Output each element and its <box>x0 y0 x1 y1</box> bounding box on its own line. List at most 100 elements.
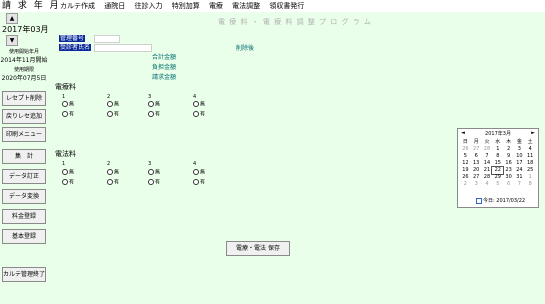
menu-item-electro-adjust[interactable]: 電法調整 <box>232 2 260 10</box>
calendar-day[interactable]: 4 <box>482 181 493 188</box>
calendar-day[interactable]: 28 <box>482 174 493 181</box>
calendar-week-row: 2345678 <box>460 181 536 188</box>
print-menu-button[interactable]: 印刷メニュー <box>2 127 46 142</box>
calendar-day[interactable]: 18 <box>525 160 536 167</box>
calendar-day[interactable]: 5 <box>492 181 503 188</box>
calendar-day[interactable]: 16 <box>503 160 514 167</box>
calendar-day[interactable]: 12 <box>460 160 471 167</box>
radio-none-3[interactable]: 無 <box>148 169 160 176</box>
calendar-header: 2017年3月 <box>485 131 511 137</box>
radio-circle-icon <box>193 101 199 107</box>
calendar-day[interactable]: 6 <box>471 153 482 160</box>
calendar-weekday: 木 <box>506 139 512 145</box>
radio-none-2[interactable]: 無 <box>107 101 119 108</box>
menu-item-electro[interactable]: 電療 <box>209 2 223 10</box>
calendar-day[interactable]: 10 <box>514 153 525 160</box>
claim-amount-label: 請求金額 <box>152 74 177 81</box>
calendar-day[interactable]: 25 <box>525 167 536 174</box>
radio-none-4[interactable]: 無 <box>193 169 205 176</box>
radio-yes-3[interactable]: 有 <box>148 111 160 118</box>
calendar-day[interactable]: 31 <box>514 174 525 181</box>
calendar-day[interactable]: 1 <box>525 174 536 181</box>
menu-title: 請 求 年 月 <box>2 1 61 11</box>
calendar-day[interactable]: 14 <box>482 160 493 167</box>
calendar-day[interactable]: 17 <box>514 160 525 167</box>
calendar-day[interactable]: 26 <box>460 174 471 181</box>
calendar-week-row: 5 6 7 8 9 10 11 <box>460 153 536 160</box>
calendar-day[interactable]: 27 <box>471 174 482 181</box>
calendar-weekday-row: 日月火水木金土 <box>460 139 536 146</box>
radio-yes-3[interactable]: 有 <box>148 179 160 186</box>
calendar-day[interactable]: 21 <box>482 167 493 174</box>
calendar-day[interactable]: 28 <box>482 146 493 153</box>
radio-none-3[interactable]: 無 <box>148 101 160 108</box>
radio-circle-icon <box>148 111 154 117</box>
radio-circle-icon <box>107 169 113 175</box>
calendar-weekday: 土 <box>527 139 533 145</box>
calendar-day[interactable]: 1 <box>492 146 503 153</box>
calendar-day[interactable]: 3 <box>514 146 525 153</box>
calendar-weekday: 火 <box>484 139 490 145</box>
patient-name-field[interactable] <box>94 44 152 52</box>
menu-item-receipt[interactable]: 領収書発行 <box>269 2 304 10</box>
calendar-day[interactable]: 15 <box>492 160 503 167</box>
radio-circle-icon <box>148 101 154 107</box>
month-down-button[interactable]: ▼ <box>6 35 18 46</box>
menu-item-special-add[interactable]: 特別加算 <box>172 2 200 10</box>
calendar-day[interactable]: 13 <box>471 160 482 167</box>
radio-yes-4[interactable]: 有 <box>193 179 205 186</box>
radio-none-4[interactable]: 無 <box>193 101 205 108</box>
calendar-grid: 日月火水木金土 26 27 28 1 2 3 4 5 6 7 8 9 10 11 12 13 14 15 16 17 18… <box>460 139 536 188</box>
calendar-day[interactable]: 27 <box>471 146 482 153</box>
calendar-day[interactable]: 22 <box>491 166 505 175</box>
calendar-day[interactable]: 11 <box>525 153 536 160</box>
calendar-day[interactable]: 9 <box>503 153 514 160</box>
return-receipt-add-button[interactable]: 戻りレセ追加 <box>2 109 46 124</box>
radio-yes-1[interactable]: 有 <box>62 179 74 186</box>
calendar-day[interactable]: 20 <box>471 167 482 174</box>
calendar-day[interactable]: 7 <box>482 153 493 160</box>
menu-item-home-visit[interactable]: 往診入力 <box>134 2 162 10</box>
calendar-day[interactable]: 2 <box>503 146 514 153</box>
save-button[interactable]: 電療・電法 保存 <box>226 241 290 256</box>
radio-yes-2[interactable]: 有 <box>107 179 119 186</box>
calendar-day[interactable]: 23 <box>503 167 514 174</box>
month-up-button[interactable]: ▲ <box>6 13 18 24</box>
data-convert-button[interactable]: データ変換 <box>2 189 46 204</box>
calendar-day[interactable]: 4 <box>525 146 536 153</box>
calendar-day[interactable]: 6 <box>503 181 514 188</box>
menu-item-karte-create[interactable]: カルテ作成 <box>60 2 95 10</box>
radio-none-1[interactable]: 無 <box>62 169 74 176</box>
aggregate-button[interactable]: 集 計 <box>2 149 46 164</box>
radio-yes-1[interactable]: 有 <box>62 111 74 118</box>
calendar-day[interactable]: 24 <box>514 167 525 174</box>
calendar-day[interactable]: 8 <box>525 181 536 188</box>
receipt-delete-button[interactable]: レセプト削除 <box>2 91 46 106</box>
radio-none-2[interactable]: 無 <box>107 169 119 176</box>
calendar-weekday: 月 <box>473 139 479 145</box>
radio-none-1[interactable]: 無 <box>62 101 74 108</box>
calendar-today[interactable]: 今日: 2017/03/22 <box>476 197 525 204</box>
calendar-next-button[interactable]: ► <box>531 130 535 136</box>
radio-yes-4[interactable]: 有 <box>193 111 205 118</box>
calendar-day[interactable]: 3 <box>471 181 482 188</box>
total-amount-label: 合計金額 <box>152 54 177 61</box>
calendar-weekday: 水 <box>495 139 501 145</box>
patient-no-field[interactable] <box>94 35 120 43</box>
karte-exit-button[interactable]: カルテ管理終了 <box>2 267 46 282</box>
radio-circle-icon <box>193 111 199 117</box>
fee-register-button[interactable]: 料金登録 <box>2 209 46 224</box>
data-correct-button[interactable]: データ訂正 <box>2 169 46 184</box>
calendar-day[interactable]: 7 <box>514 181 525 188</box>
calendar-day[interactable]: 19 <box>460 167 471 174</box>
calendar-day[interactable]: 2 <box>460 181 471 188</box>
menu-item-visit-date[interactable]: 通院日 <box>104 2 125 10</box>
calendar-day[interactable]: 29 <box>492 174 503 181</box>
calendar-day[interactable]: 26 <box>460 146 471 153</box>
year-month-label: 2017年03月 <box>2 25 49 34</box>
radio-yes-2[interactable]: 有 <box>107 111 119 118</box>
calendar-day[interactable]: 5 <box>460 153 471 160</box>
basic-register-button[interactable]: 基本登録 <box>2 229 46 244</box>
calendar-day[interactable]: 30 <box>503 174 514 181</box>
calendar-day[interactable]: 8 <box>492 153 503 160</box>
